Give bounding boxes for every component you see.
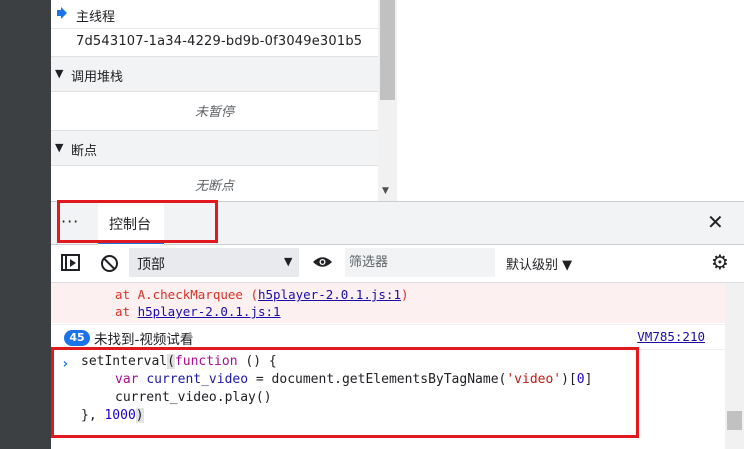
breakpoints-title: 断点 — [71, 144, 98, 159]
current-thread-arrow-icon — [57, 7, 67, 19]
stack-trace-line: at A.checkMarquee (h5player-2.0.1.js:1) — [115, 287, 409, 302]
chevron-down-icon: ▼ — [284, 255, 293, 268]
thread-item-main[interactable]: 主线程 — [51, 0, 378, 28]
filter-box[interactable] — [345, 248, 495, 277]
log-source-link[interactable]: VM785:210 — [637, 329, 705, 344]
call-stack-body: 未暂停 — [51, 92, 378, 130]
editor-pane — [397, 0, 744, 201]
expand-triangle-icon: ▼ — [55, 141, 64, 154]
console-toolbar: 顶部 ▼ 默认级别 ▼ ⚙ — [51, 245, 744, 283]
expand-triangle-icon: ▼ — [55, 67, 64, 80]
sidebar-scrollbar-thumb[interactable] — [380, 0, 395, 100]
log-levels-dropdown[interactable]: 默认级别 ▼ — [506, 254, 572, 273]
close-drawer-icon[interactable]: ✕ — [707, 210, 724, 234]
thread-label: 主线程 — [76, 10, 116, 25]
console-settings-gear-icon[interactable]: ⚙ — [711, 252, 729, 272]
breakpoints-empty: 无断点 — [194, 179, 234, 194]
breakpoints-body: 无断点 — [51, 166, 378, 201]
thread-id-text: 7d543107-1a34-4229-bd9b-0f3049e301b5 — [76, 34, 363, 49]
scroll-down-arrow-icon[interactable]: ▼ — [382, 186, 389, 196]
annotation-highlight-code — [51, 347, 639, 438]
filter-input[interactable] — [345, 248, 495, 277]
stack-trace-link[interactable]: h5player-2.0.1.js:1 — [138, 304, 281, 319]
repeat-count-badge: 45 — [64, 330, 90, 346]
debugger-sidebar: 主线程 7d543107-1a34-4229-bd9b-0f3049e301b5… — [51, 0, 378, 201]
call-stack-title: 调用堆栈 — [71, 70, 124, 85]
context-selector-value: 顶部 — [137, 257, 165, 273]
clear-console-icon[interactable] — [101, 255, 118, 272]
error-message: at A.checkMarquee (h5player-2.0.1.js:1) … — [51, 283, 725, 323]
thread-item-worker[interactable]: 7d543107-1a34-4229-bd9b-0f3049e301b5 — [51, 28, 378, 56]
devtools-left-edge — [0, 0, 51, 449]
stack-trace-line: at h5player-2.0.1.js:1 — [115, 304, 281, 319]
breakpoints-header[interactable]: ▼ 断点 — [51, 130, 378, 166]
call-stack-header[interactable]: ▼ 调用堆栈 — [51, 56, 378, 92]
show-sidebar-icon[interactable] — [61, 254, 80, 271]
console-scrollbar-thumb[interactable] — [727, 411, 742, 430]
live-expression-eye-icon[interactable] — [313, 256, 332, 268]
annotation-highlight-tab — [57, 200, 218, 243]
log-message-text: 未找到-视频试看 — [94, 332, 194, 348]
stack-trace-link[interactable]: h5player-2.0.1.js:1 — [258, 287, 401, 302]
context-selector[interactable]: 顶部 ▼ — [129, 248, 299, 277]
call-stack-empty: 未暂停 — [194, 105, 234, 120]
